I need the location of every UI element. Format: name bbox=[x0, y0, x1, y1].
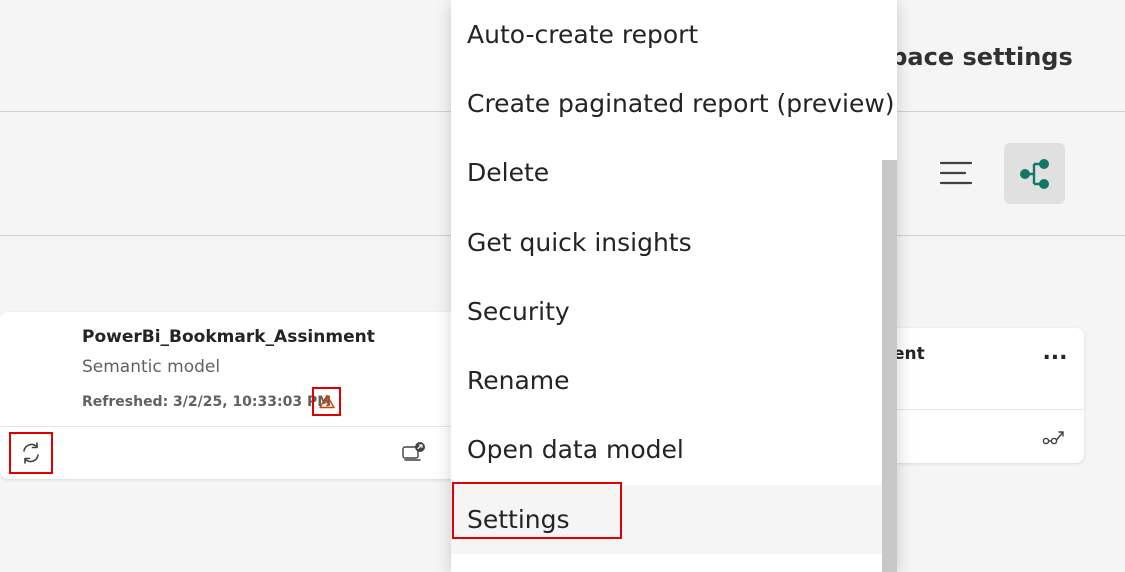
menu-item-open-data-model[interactable]: Open data model bbox=[451, 415, 882, 484]
more-options-button[interactable]: ... bbox=[1040, 342, 1070, 371]
menu-item-delete[interactable]: Delete bbox=[451, 138, 882, 207]
menu-item-create-paginated-report[interactable]: Create paginated report (preview) bbox=[451, 69, 895, 138]
warning-icon bbox=[318, 394, 335, 409]
refreshed-timestamp: Refreshed: 3/2/25, 10:33:03 PM bbox=[82, 394, 332, 410]
menu-item-get-quick-insights[interactable]: Get quick insights bbox=[451, 208, 882, 277]
share-icon bbox=[402, 442, 425, 461]
menu-scrollbar[interactable] bbox=[882, 160, 897, 572]
list-view-icon bbox=[939, 161, 973, 185]
item-type-label: Semantic model bbox=[82, 357, 221, 377]
menu-item-rename[interactable]: Rename bbox=[451, 346, 882, 415]
refresh-icon bbox=[23, 442, 39, 464]
refresh-warning-button[interactable] bbox=[312, 387, 341, 416]
menu-item-auto-create-report[interactable]: Auto-create report bbox=[451, 0, 882, 69]
semantic-model-title[interactable]: PowerBi_Bookmark_Assinment bbox=[82, 327, 375, 347]
context-menu: Auto-create report Create paginated repo… bbox=[451, 0, 897, 572]
lineage-view-icon bbox=[1019, 158, 1049, 189]
lineage-button[interactable] bbox=[1040, 424, 1068, 450]
card-divider bbox=[870, 409, 1084, 410]
refresh-now-button[interactable] bbox=[9, 432, 53, 474]
share-button[interactable] bbox=[400, 439, 428, 467]
lineage-view-button[interactable] bbox=[1004, 143, 1065, 204]
menu-item-security[interactable]: Security bbox=[451, 277, 882, 346]
menu-item-settings[interactable]: Settings bbox=[451, 485, 882, 554]
list-view-button[interactable] bbox=[933, 150, 979, 196]
card-divider bbox=[0, 426, 460, 427]
lineage-icon bbox=[1042, 431, 1064, 445]
report-card-title[interactable]: ent bbox=[893, 344, 925, 364]
